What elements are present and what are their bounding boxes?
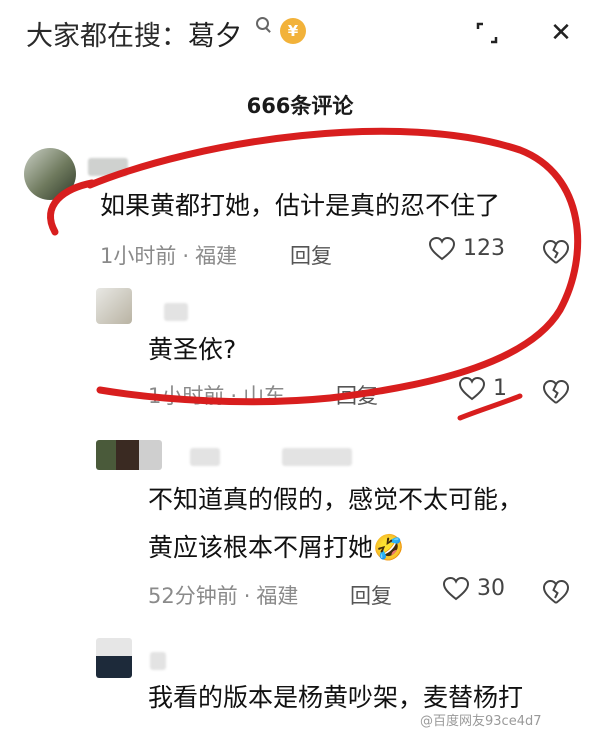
search-prefix: 大家都在搜： [26, 21, 188, 52]
hot-badge-icon: ¥ [280, 18, 306, 44]
like-button[interactable]: 123 [428, 236, 505, 262]
dislike-button[interactable] [542, 578, 570, 606]
comment-location: 福建 [195, 244, 238, 268]
comment-location: 山东 [243, 384, 286, 408]
trending-search-hint[interactable]: 大家都在搜：葛夕 [26, 14, 242, 53]
like-count: 123 [463, 236, 505, 261]
like-count: 1 [493, 376, 507, 401]
broken-heart-icon [542, 579, 570, 604]
like-count: 30 [477, 576, 505, 601]
comment-meta: 1小时前 · 山东 [148, 384, 286, 408]
comment-text-line: 不知道真的假的，感觉不太可能， [148, 485, 524, 514]
dislike-button[interactable] [542, 238, 570, 266]
reply-button[interactable]: 回复 [336, 380, 378, 410]
broken-heart-icon [542, 239, 570, 264]
heart-icon [428, 236, 456, 261]
comment-meta: 1小时前 · 福建 [100, 244, 238, 268]
comment-time: 52分钟前 [148, 584, 238, 608]
reply-button[interactable]: 回复 [290, 240, 332, 270]
watermark: @百度网友93ce4d7 [420, 714, 542, 729]
username-blurred[interactable] [164, 303, 188, 321]
heart-icon [442, 576, 470, 601]
like-button[interactable]: 1 [458, 376, 507, 402]
like-button[interactable]: 30 [442, 576, 505, 602]
expand-button[interactable] [474, 20, 500, 46]
comment-text: 如果黄都打她，估计是真的忍不住了 [100, 191, 501, 220]
comment-text: 黄圣依? [148, 335, 237, 364]
avatar[interactable] [24, 148, 76, 200]
comment-text-line: 黄应该根本不屑打她🤣 [148, 533, 405, 562]
username-blurred[interactable] [282, 448, 352, 466]
username-blurred[interactable] [150, 652, 166, 670]
dislike-button[interactable] [542, 378, 570, 406]
avatar[interactable] [96, 440, 162, 470]
heart-icon [458, 376, 486, 401]
expand-icon [476, 22, 498, 44]
comment-location: 福建 [256, 584, 299, 608]
broken-heart-icon [542, 379, 570, 404]
reply-button[interactable]: 回复 [350, 580, 392, 610]
search-keyword[interactable]: 葛夕 [188, 21, 242, 52]
comment-meta: 52分钟前 · 福建 [148, 584, 299, 608]
comments-count-title: 666条评论 [246, 94, 354, 118]
username-blurred[interactable] [88, 158, 128, 176]
comment-time: 1小时前 [148, 384, 225, 408]
close-icon: ✕ [550, 18, 572, 48]
close-button[interactable]: ✕ [546, 18, 576, 48]
search-icon [256, 17, 269, 30]
avatar[interactable] [96, 288, 132, 324]
avatar[interactable] [96, 638, 132, 678]
top-bar: 大家都在搜：葛夕 ¥ ✕ [0, 0, 600, 68]
username-blurred[interactable] [190, 448, 220, 466]
comment-time: 1小时前 [100, 244, 177, 268]
